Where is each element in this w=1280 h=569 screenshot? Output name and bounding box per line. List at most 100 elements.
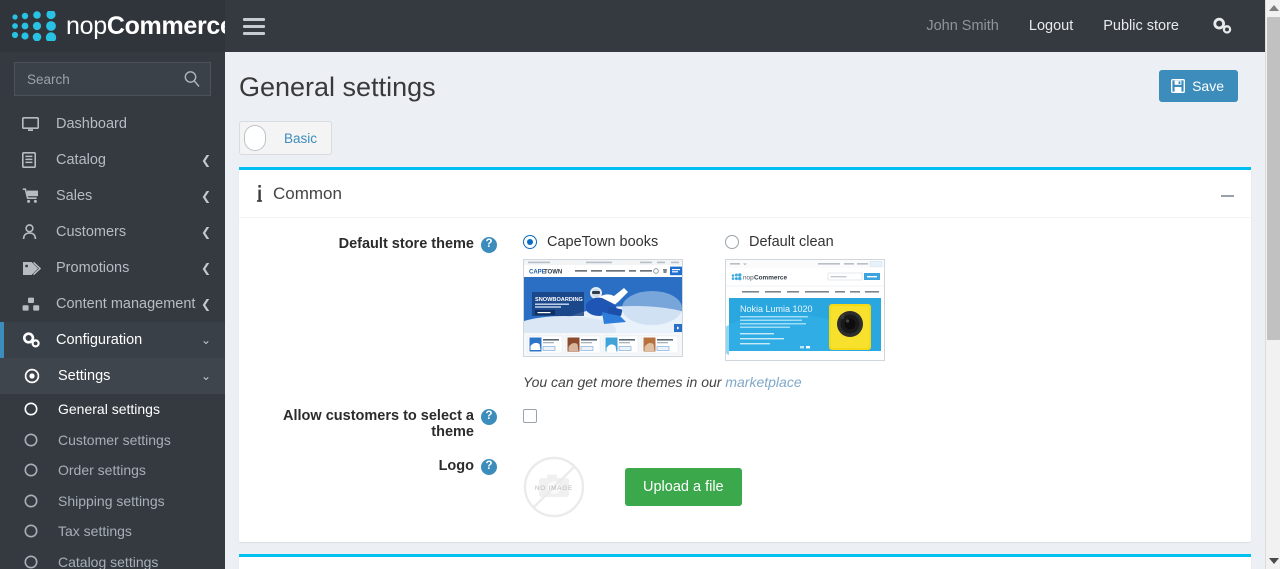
svg-text:SNOWBOARDING: SNOWBOARDING <box>535 297 583 303</box>
cart-icon <box>22 187 44 205</box>
theme-name-capetown: CapeTown books <box>547 234 659 250</box>
advanced-settings-toggle[interactable]: Basic <box>239 121 333 155</box>
common-panel-header[interactable]: Common <box>239 170 1251 218</box>
marketplace-note: You can get more themes in our marketpla… <box>523 374 1233 390</box>
sidebar-subitem-label: Shipping settings <box>58 492 165 509</box>
sidebar-item-catalog-settings[interactable]: Catalog settings <box>0 547 225 569</box>
svg-text:Commerce: Commerce <box>754 275 787 282</box>
logo-preview-placeholder: NO IMAGE <box>523 456 585 518</box>
default-store-theme-control: CapeTown books CAPE TOWN SNOWBOARDING De… <box>505 234 1233 390</box>
user-icon <box>22 223 44 241</box>
theme-option-default-clean-header: Default clean <box>725 234 927 250</box>
sidebar-item-content-management[interactable]: Content management ❮ <box>0 286 225 322</box>
sidebar-search <box>0 52 225 104</box>
theme-radio-capetown[interactable] <box>523 235 537 249</box>
sidebar-item-configuration[interactable]: Configuration ⌄ <box>0 322 225 358</box>
save-button[interactable]: Save <box>1159 70 1238 102</box>
sidebar-item-label: Sales <box>56 188 93 204</box>
theme-option-default-clean[interactable]: Default clean nop Commerce Nokia Lumia 1… <box>725 234 927 361</box>
sidebar-item-customer-settings[interactable]: Customer settings <box>0 425 225 456</box>
chevron-down-icon: ⌄ <box>200 333 211 347</box>
sidebar-item-order-settings[interactable]: Order settings <box>0 455 225 486</box>
scroll-up-button[interactable] <box>1266 0 1280 16</box>
marketplace-link[interactable]: marketplace <box>725 374 801 390</box>
scrollbar-thumb[interactable] <box>1267 17 1280 340</box>
sidebar-item-customers[interactable]: Customers ❮ <box>0 214 225 250</box>
sidebar-subitem-label: General settings <box>58 401 160 418</box>
marketplace-note-text: You can get more themes in our <box>523 374 726 390</box>
gears-icon <box>22 331 44 349</box>
form-row-default-store-theme: Default store theme ? CapeTown books CAP… <box>239 234 1251 390</box>
chevron-down-icon: ⌄ <box>200 369 211 383</box>
svg-text:Nokia Lumia 1020: Nokia Lumia 1020 <box>740 304 813 314</box>
content-area: General settings Save Basic Common Defau… <box>225 52 1265 569</box>
common-panel-body: Default store theme ? CapeTown books CAP… <box>239 218 1251 542</box>
svg-text:NO IMAGE: NO IMAGE <box>535 485 573 492</box>
capetown-books-theme-preview[interactable]: CAPE TOWN SNOWBOARDING <box>523 259 683 357</box>
sidebar-item-sales[interactable]: Sales ❮ <box>0 178 225 214</box>
sidebar-item-label: Dashboard <box>56 116 127 132</box>
logout-link[interactable]: Logout <box>1014 0 1088 52</box>
page-title: General settings <box>239 72 436 102</box>
upload-file-button[interactable]: Upload a file <box>625 468 742 506</box>
sidebar-item-label: Customers <box>56 224 127 240</box>
dot-circle-icon <box>24 367 46 385</box>
theme-options: CapeTown books CAPE TOWN SNOWBOARDING De… <box>523 234 1233 361</box>
form-row-logo: Logo ? NO IMAGE Upload a file <box>239 456 1251 518</box>
minus-icon[interactable] <box>1221 186 1234 201</box>
question-mark-icon[interactable]: ? <box>481 237 497 253</box>
sidebar-item-tax-settings[interactable]: Tax settings <box>0 516 225 547</box>
chevron-left-icon: ❮ <box>200 297 211 311</box>
hamburger-bar <box>243 24 265 28</box>
sidebar-item-general-settings[interactable]: General settings <box>0 394 225 425</box>
theme-name-default-clean: Default clean <box>749 234 834 250</box>
sidebar-item-settings[interactable]: Settings ⌄ <box>0 358 225 394</box>
sidebar-item-label: Settings <box>58 368 111 384</box>
page-header: General settings Save <box>225 52 1265 104</box>
circle-icon <box>24 523 46 539</box>
theme-radio-default-clean[interactable] <box>725 235 739 249</box>
question-mark-icon[interactable]: ? <box>481 459 497 475</box>
hamburger-bar <box>243 17 265 21</box>
cubes-icon <box>22 295 44 313</box>
vertical-scrollbar[interactable] <box>1265 0 1280 569</box>
search-box[interactable] <box>14 62 211 96</box>
toggle-mode-label: Basic <box>284 130 318 146</box>
search-input[interactable] <box>15 63 210 95</box>
allow-theme-select-label-group: Allow customers to select a theme ? <box>257 406 505 440</box>
default-clean-theme-preview[interactable]: nop Commerce Nokia Lumia 1020 <box>725 259 885 361</box>
sidebar-subitem-label: Customer settings <box>58 431 171 448</box>
circle-icon <box>24 493 46 509</box>
hamburger-icon[interactable] <box>243 17 265 35</box>
admin-page: nopCommerce Dashboard <box>0 0 1280 569</box>
allow-theme-select-checkbox[interactable] <box>523 409 537 423</box>
triangle-up-icon <box>1268 5 1279 11</box>
current-user-name: John Smith <box>926 18 999 34</box>
question-mark-icon[interactable]: ? <box>481 409 497 425</box>
brand-header[interactable]: nopCommerce <box>0 0 225 52</box>
sidebar-subitem-label: Catalog settings <box>58 553 159 569</box>
circle-icon <box>24 432 46 448</box>
sidebar-item-label: Catalog <box>56 152 106 168</box>
toggle-switch-knob[interactable] <box>244 125 266 151</box>
form-row-allow-theme-select: Allow customers to select a theme ? <box>239 406 1251 440</box>
sidebar-item-label: Configuration <box>56 332 143 348</box>
theme-option-capetown[interactable]: CapeTown books CAPE TOWN SNOWBOARDING <box>523 234 725 361</box>
allow-theme-select-label: Allow customers to select a theme <box>283 408 474 440</box>
public-store-link[interactable]: Public store <box>1088 0 1194 52</box>
nopcommerce-dots-logo <box>11 11 57 41</box>
sidebar-item-promotions[interactable]: Promotions ❮ <box>0 250 225 286</box>
sidebar-subitem-label: Tax settings <box>58 523 132 540</box>
scroll-down-button[interactable] <box>1266 553 1280 569</box>
sidebar-item-label: Content management <box>56 296 196 312</box>
settings-gear-button[interactable] <box>1194 17 1245 35</box>
sidebar-item-shipping-settings[interactable]: Shipping settings <box>0 486 225 517</box>
svg-text:TOWN: TOWN <box>544 270 562 276</box>
mode-toggle-row: Basic <box>225 104 1265 156</box>
no-image-camera-icon: NO IMAGE <box>523 456 585 518</box>
brand-title: nopCommerce <box>66 12 225 41</box>
sidebar-item-dashboard[interactable]: Dashboard <box>0 106 225 142</box>
save-button-label: Save <box>1192 78 1224 94</box>
sidebar-item-catalog[interactable]: Catalog ❮ <box>0 142 225 178</box>
theme-option-capetown-header: CapeTown books <box>523 234 725 250</box>
